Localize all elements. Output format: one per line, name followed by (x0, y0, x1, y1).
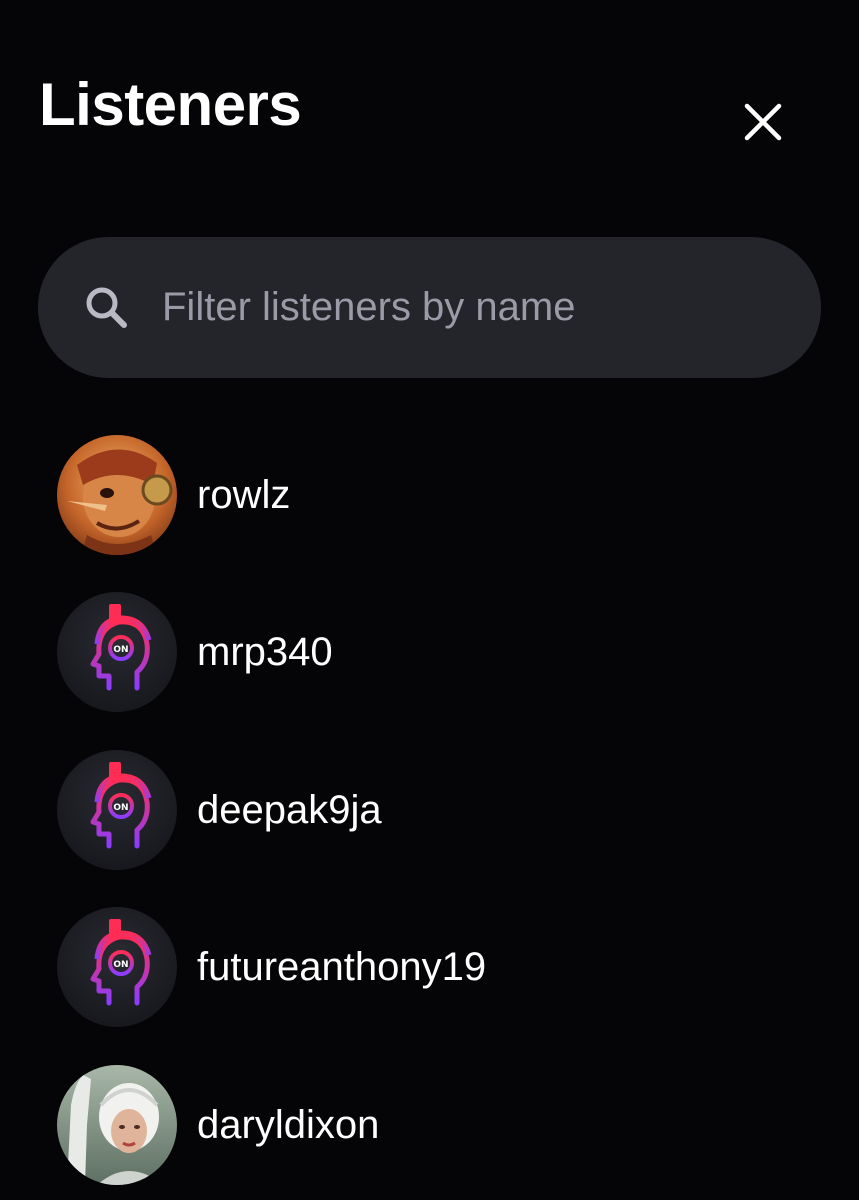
listener-username: rowlz (197, 473, 291, 517)
listener-username: daryldixon (197, 1103, 380, 1147)
listener-username: deepak9ja (197, 788, 382, 832)
listeners-screen: Listeners Filter listeners by name rowlz… (0, 0, 859, 1200)
search-icon (86, 287, 127, 328)
search-bar[interactable] (38, 237, 821, 378)
list-item[interactable]: rowlz (57, 435, 817, 555)
list-item[interactable]: ON deepak9ja (57, 750, 817, 870)
close-button[interactable] (733, 92, 793, 152)
list-item[interactable]: ON futureanthony19 (57, 907, 817, 1027)
avatar (57, 1065, 177, 1185)
avatar: ON (57, 592, 177, 712)
svg-text:ON: ON (113, 645, 128, 655)
listener-username: mrp340 (197, 630, 333, 674)
avatar (57, 435, 177, 555)
headphones-head-icon: ON (57, 592, 177, 712)
headphones-head-icon: ON (57, 750, 177, 870)
avatar: ON (57, 750, 177, 870)
page-title: Listeners (39, 71, 302, 138)
header: Listeners (0, 0, 859, 200)
headphones-head-icon: ON (57, 907, 177, 1027)
svg-text:ON: ON (113, 803, 128, 813)
list-item[interactable]: ON mrp340 (57, 592, 817, 712)
list-item[interactable]: daryldixon (57, 1065, 817, 1185)
svg-text:ON: ON (113, 960, 128, 970)
listener-username: futureanthony19 (197, 945, 487, 989)
close-icon (744, 103, 782, 141)
avatar: ON (57, 907, 177, 1027)
search-input[interactable] (162, 267, 782, 347)
